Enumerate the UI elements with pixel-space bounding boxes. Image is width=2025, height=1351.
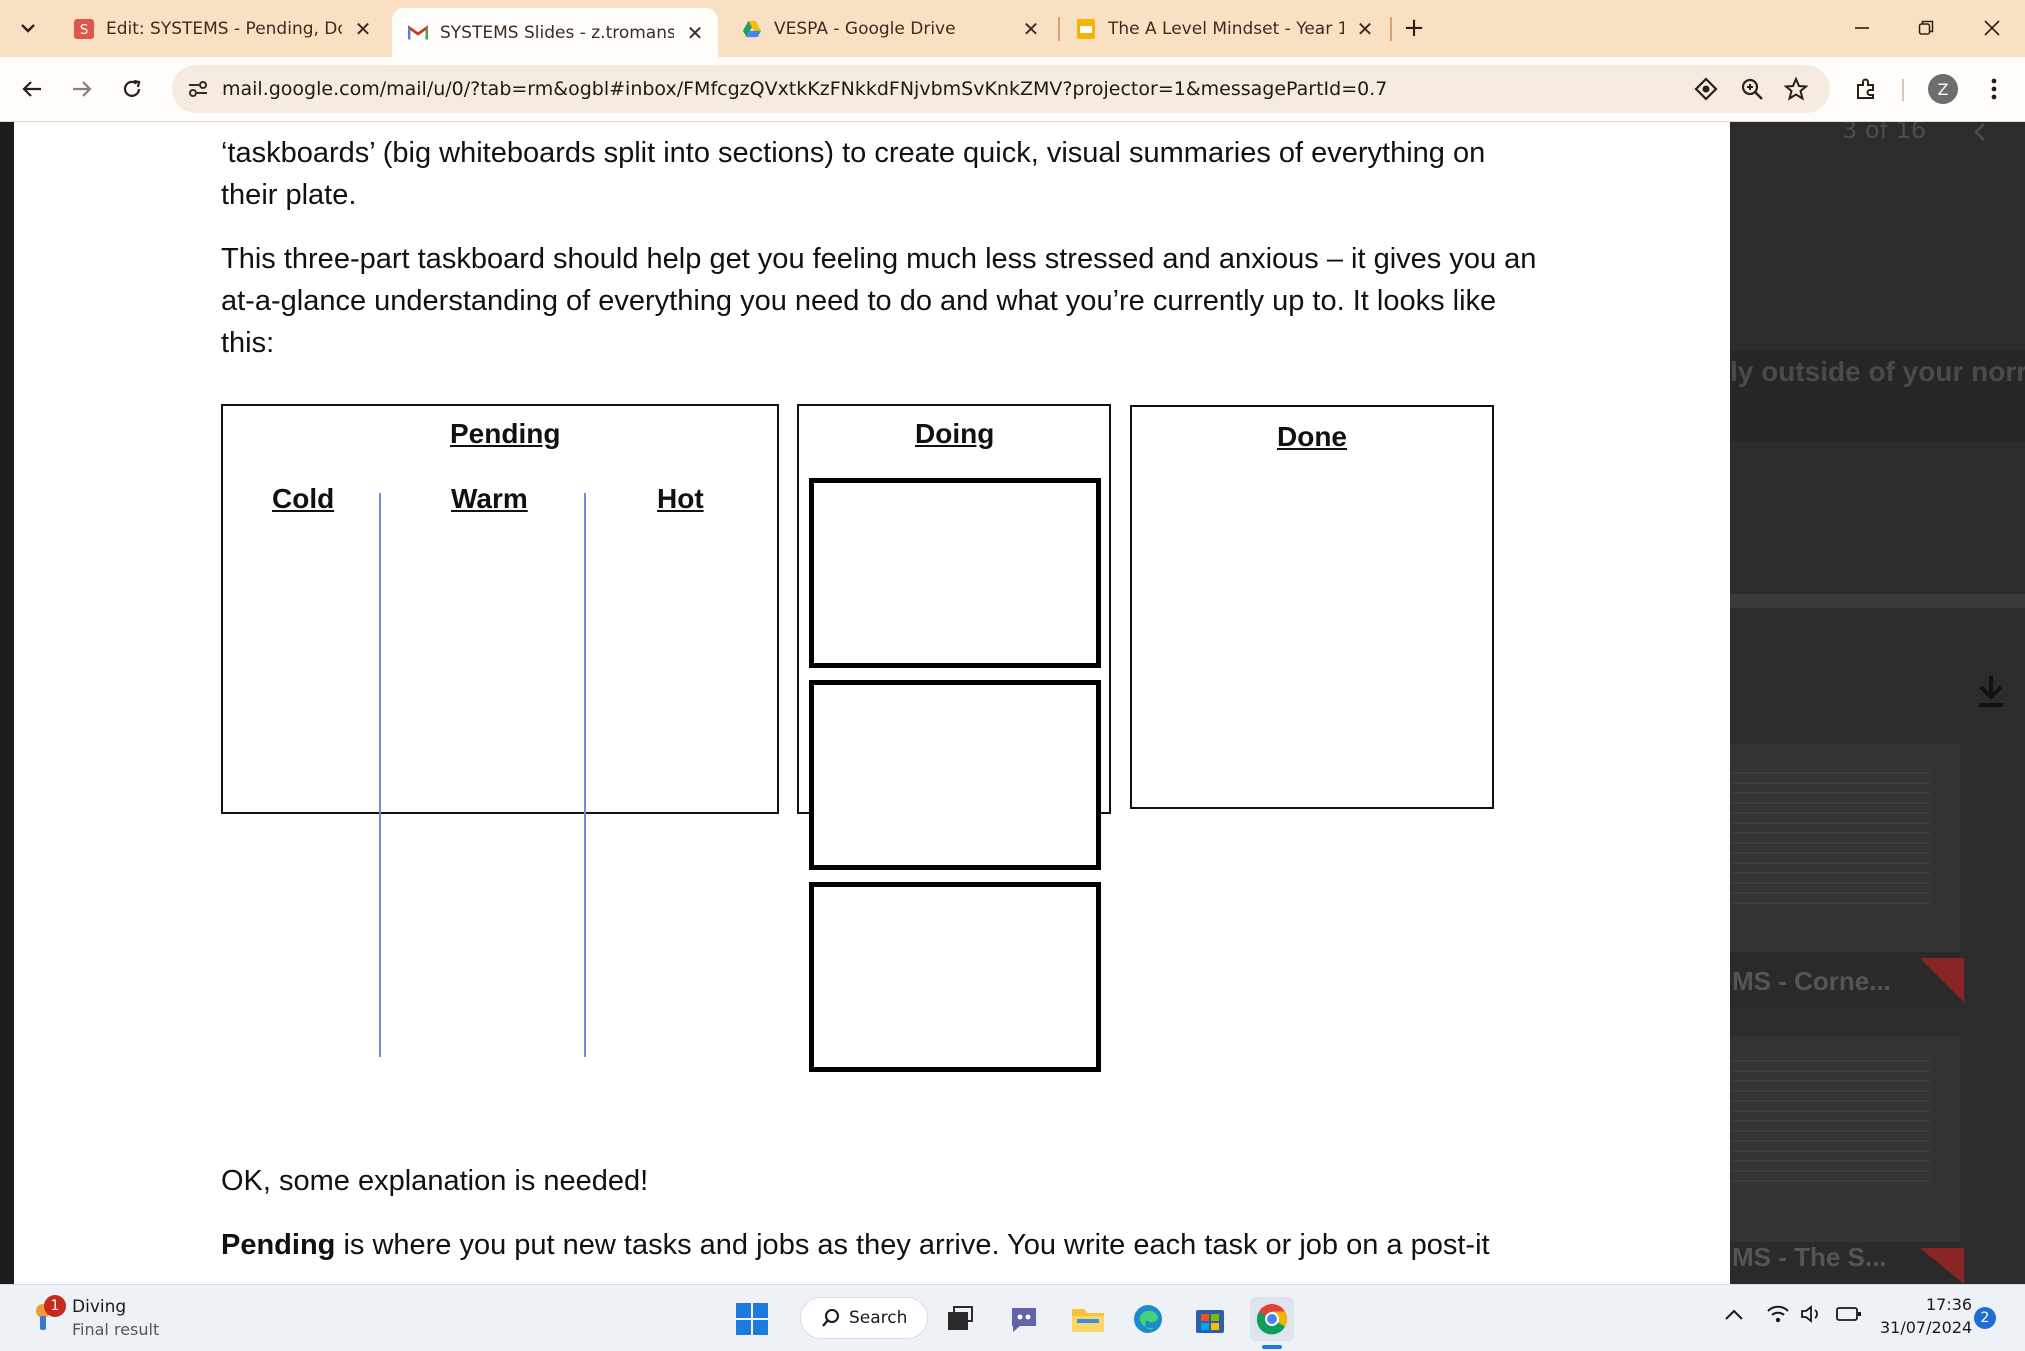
column-divider: [584, 493, 586, 1057]
hot-column-heading: Hot: [657, 483, 704, 514]
volume-icon[interactable]: [1800, 1304, 1824, 1328]
toolbar-divider: [1902, 79, 1904, 101]
chrome-active-indicator: [1262, 1345, 1282, 1349]
doing-heading: Doing: [915, 418, 995, 449]
teams-chat-icon[interactable]: [1002, 1297, 1046, 1341]
thumbnail-lines: [1730, 764, 1930, 904]
zoom-icon[interactable]: [1738, 75, 1766, 103]
chevron-left-icon[interactable]: [1970, 122, 1990, 148]
tab-title: The A Level Mindset - Year 12 ir: [1108, 18, 1344, 39]
gmail-icon: [408, 23, 428, 43]
cold-column-heading: Cold: [272, 483, 335, 514]
profile-initial: Z: [1937, 79, 1949, 99]
tab-title: SYSTEMS Slides - z.tromans@k: [440, 22, 674, 43]
thumbnail-label: MS - Corne...: [1732, 966, 1891, 996]
red-corner-icon: [1920, 1248, 1964, 1284]
tab-strip: S Edit: SYSTEMS - Pending, Doing ✕ SYSTE…: [0, 0, 2025, 57]
panel-divider: [1730, 594, 2025, 608]
viewer-left-gutter: [0, 122, 14, 1284]
search-icon: [821, 1308, 841, 1328]
restore-icon[interactable]: [1898, 8, 1954, 48]
doing-slot: [809, 680, 1101, 870]
svg-text:S: S: [80, 23, 88, 38]
clock-time[interactable]: 17:36: [1926, 1295, 1972, 1314]
close-icon[interactable]: ✕: [1020, 17, 1042, 41]
warm-column-heading: Warm: [451, 483, 528, 514]
extensions-puzzle-icon[interactable]: [1846, 69, 1886, 109]
tab-title: Edit: SYSTEMS - Pending, Doing: [106, 18, 342, 39]
pending-bold: Pending: [221, 1229, 336, 1261]
tab-edit-systems[interactable]: S Edit: SYSTEMS - Pending, Doing ✕: [58, 8, 386, 49]
google-slides-icon: [1076, 18, 1096, 39]
pending-board: Pending Cold Warm Hot: [221, 404, 779, 1057]
microsoft-store-icon[interactable]: [1188, 1297, 1232, 1341]
weather-badge: 1: [44, 1295, 66, 1317]
doing-slot: [809, 882, 1101, 1072]
done-board: Done: [1130, 405, 1494, 809]
thumbnail-label: MS - The S...: [1732, 1242, 1887, 1272]
back-arrow-icon[interactable]: [12, 69, 52, 109]
paragraph-explanation: OK, some explanation is needed!: [221, 1165, 649, 1197]
pending-text: is where you put new tasks and jobs as t…: [335, 1229, 1490, 1261]
taskbar-search[interactable]: Search: [800, 1297, 928, 1339]
chrome-browser-icon[interactable]: [1250, 1297, 1294, 1341]
new-tab-plus-icon[interactable]: +: [1386, 8, 1442, 48]
tab-systems-slides[interactable]: SYSTEMS Slides - z.tromans@k ✕: [392, 8, 718, 57]
wifi-icon[interactable]: [1766, 1304, 1790, 1328]
task-view-icon[interactable]: [938, 1297, 982, 1341]
weather-widget[interactable]: 1 Diving Final result: [26, 1293, 206, 1343]
slide-preview: ly outside of your norr: [1730, 350, 2025, 442]
thumbnail-lines: [1730, 1052, 1930, 1182]
paragraph-taskboards: ‘taskboards’ (big whiteboards split into…: [221, 137, 1486, 211]
edge-browser-icon[interactable]: [1126, 1297, 1170, 1341]
close-window-icon[interactable]: [1964, 8, 2020, 48]
tab-a-level-mindset[interactable]: The A Level Mindset - Year 12 ir ✕: [1060, 8, 1388, 49]
address-bar[interactable]: mail.google.com/mail/u/0/?tab=rm&ogbl#in…: [172, 65, 1830, 113]
file-explorer-icon[interactable]: [1066, 1297, 1110, 1341]
slide-snippet-text: ly outside of your norr: [1730, 356, 2025, 387]
bookmark-star-icon[interactable]: [1782, 75, 1810, 103]
url-text[interactable]: mail.google.com/mail/u/0/?tab=rm&ogbl#in…: [222, 78, 1387, 100]
weather-subtitle: Final result: [72, 1320, 160, 1339]
battery-icon[interactable]: [1836, 1306, 1862, 1326]
profile-avatar[interactable]: Z: [1928, 74, 1958, 104]
slides-s-icon: S: [74, 18, 94, 39]
doing-board: Doing: [797, 404, 1111, 1072]
windows-taskbar: 1 Diving Final result Search 17:36 31/07…: [0, 1284, 2025, 1351]
reload-icon[interactable]: [112, 69, 152, 109]
column-divider: [379, 493, 381, 1057]
more-menu-icon[interactable]: [1974, 69, 2014, 109]
paragraph-pending: Pending is where you put new tasks and j…: [221, 1224, 1541, 1266]
close-icon[interactable]: ✕: [684, 21, 706, 45]
tab-vespa-drive[interactable]: VESPA - Google Drive ✕: [726, 8, 1054, 49]
download-icon[interactable]: [1976, 674, 2006, 712]
tab-title: VESPA - Google Drive: [774, 18, 956, 39]
slide-thumbnail[interactable]: [1730, 1036, 1960, 1246]
minimize-icon[interactable]: [1834, 8, 1890, 48]
tab-search-chevron-icon[interactable]: [8, 8, 48, 48]
show-hidden-icons-chevron[interactable]: [1724, 1307, 1744, 1326]
paragraph-three-part: This three-part taskboard should help ge…: [221, 243, 1537, 359]
forward-arrow-icon[interactable]: [62, 69, 102, 109]
document-page: ‘taskboards’ (big whiteboards split into…: [14, 122, 1730, 1284]
windows-start-icon[interactable]: [730, 1297, 774, 1341]
lens-icon[interactable]: [1692, 75, 1720, 103]
done-heading: Done: [1277, 421, 1347, 452]
viewer-side-panel: 3 of 16 ly outside of your norr MS - Cor…: [1730, 122, 2025, 1284]
clock-date[interactable]: 31/07/2024: [1880, 1318, 1972, 1337]
slide-thumbnail[interactable]: [1730, 744, 1960, 952]
google-drive-icon: [742, 19, 762, 39]
close-icon[interactable]: ✕: [352, 17, 374, 41]
close-icon[interactable]: ✕: [1354, 17, 1376, 41]
pending-heading: Pending: [450, 418, 561, 449]
page-counter: 3 of 16: [1842, 122, 1927, 144]
doing-slot: [809, 478, 1101, 668]
red-corner-icon: [1920, 958, 1964, 1002]
notification-badge[interactable]: 2: [1974, 1307, 1996, 1329]
search-label: Search: [849, 1308, 908, 1328]
browser-toolbar: mail.google.com/mail/u/0/?tab=rm&ogbl#in…: [0, 57, 2025, 122]
weather-title: Diving: [72, 1297, 127, 1317]
site-settings-icon[interactable]: [184, 75, 212, 103]
